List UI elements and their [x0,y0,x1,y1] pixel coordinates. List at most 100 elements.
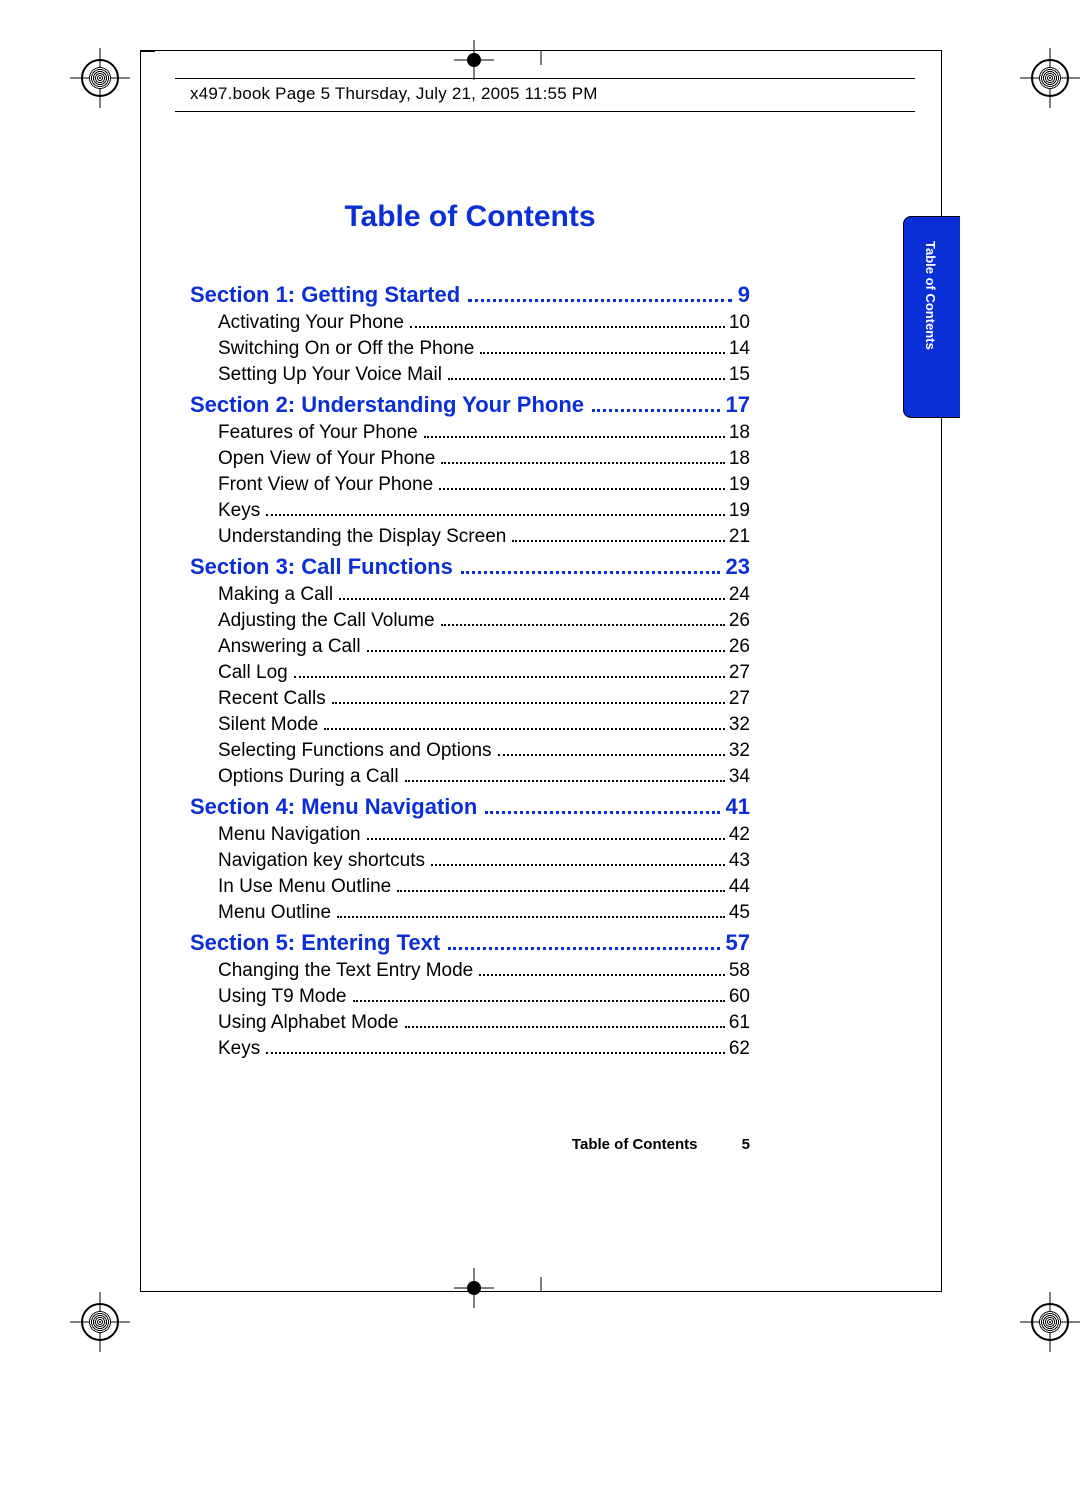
section-page: 41 [726,794,750,820]
entry-page: 19 [729,474,750,496]
entry-page: 10 [729,312,750,334]
toc-entry[interactable]: Silent Mode32 [218,714,750,736]
toc-section-heading[interactable]: Section 1: Getting Started9 [190,282,750,308]
toc-entry[interactable]: Making a Call24 [218,584,750,606]
toc-entry[interactable]: Menu Outline45 [218,902,750,924]
entry-page: 43 [729,850,750,872]
entry-page: 26 [729,610,750,632]
entry-label: Call Log [218,662,288,684]
toc-entry[interactable]: Call Log 27 [218,662,750,684]
entry-label: Keys [218,1038,260,1060]
entry-label: Features of Your Phone [218,422,418,444]
side-tab: Table of Contents [903,216,960,418]
entry-label: Adjusting the Call Volume [218,610,435,632]
leader-dots [512,540,725,542]
leader-dots [397,890,725,892]
toc-entry[interactable]: Options During a Call34 [218,766,750,788]
toc-section-heading[interactable]: Section 4: Menu Navigation 41 [190,794,750,820]
entry-label: Activating Your Phone [218,312,404,334]
entry-page: 18 [729,448,750,470]
section-label: Section 4: Menu Navigation [190,794,477,820]
leader-dots [448,947,719,950]
toc-entry[interactable]: Using T9 Mode60 [218,986,750,1008]
toc-section-heading[interactable]: Section 5: Entering Text 57 [190,930,750,956]
entry-page: 14 [729,338,750,360]
leader-dots [332,702,725,704]
leader-dots [367,838,725,840]
toc-section-heading[interactable]: Section 2: Understanding Your Phone 17 [190,392,750,418]
toc-entry[interactable]: Setting Up Your Voice Mail 15 [218,364,750,386]
toc-entry[interactable]: Keys 19 [218,500,750,522]
leader-dots [431,864,725,866]
entry-label: Answering a Call [218,636,361,658]
toc-entry[interactable]: Changing the Text Entry Mode58 [218,960,750,982]
section-label: Section 5: Entering Text [190,930,440,956]
entry-page: 60 [729,986,750,1008]
leader-dots [485,811,719,814]
toc-entry[interactable]: Recent Calls 27 [218,688,750,710]
toc-entry[interactable]: Menu Navigation 42 [218,824,750,846]
toc-entry[interactable]: Navigation key shortcuts43 [218,850,750,872]
entry-page: 18 [729,422,750,444]
leader-dots [461,571,720,574]
leader-dots [468,299,732,302]
toc-entry[interactable]: Activating Your Phone 10 [218,312,750,334]
section-page: 17 [726,392,750,418]
leader-dots [424,436,725,438]
toc-entry[interactable]: Front View of Your Phone19 [218,474,750,496]
footer-page-number: 5 [742,1136,750,1153]
toc-entry[interactable]: Keys 62 [218,1038,750,1060]
toc-entry[interactable]: In Use Menu Outline 44 [218,876,750,898]
leader-dots [448,378,725,380]
page-title: Table of Contents [190,200,750,234]
entry-page: 21 [729,526,750,548]
entry-label: Menu Navigation [218,824,361,846]
leader-dots [353,1000,725,1002]
toc-entry[interactable]: Answering a Call26 [218,636,750,658]
leader-dots [405,780,725,782]
entry-page: 27 [729,662,750,684]
leader-dots [410,326,725,328]
entry-page: 62 [729,1038,750,1060]
toc-entry[interactable]: Open View of Your Phone 18 [218,448,750,470]
leader-dots [339,598,725,600]
toc-entry[interactable]: Using Alphabet Mode61 [218,1012,750,1034]
leader-dots [480,352,725,354]
toc-section-heading[interactable]: Section 3: Call Functions23 [190,554,750,580]
leader-dots [405,1026,725,1028]
entry-label: Setting Up Your Voice Mail [218,364,442,386]
leader-dots [441,462,725,464]
entry-label: Silent Mode [218,714,318,736]
section-page: 57 [726,930,750,956]
entry-page: 19 [729,500,750,522]
entry-page: 15 [729,364,750,386]
entry-label: Open View of Your Phone [218,448,435,470]
leader-dots [439,488,725,490]
entry-label: Keys [218,500,260,522]
section-label: Section 3: Call Functions [190,554,453,580]
leader-dots [266,514,725,516]
toc-entry[interactable]: Switching On or Off the Phone14 [218,338,750,360]
entry-page: 27 [729,688,750,710]
entry-page: 32 [729,740,750,762]
leader-dots [498,754,725,756]
leader-dots [266,1052,725,1054]
entry-label: Recent Calls [218,688,326,710]
section-page: 9 [738,282,750,308]
footer-label: Table of Contents [572,1136,698,1153]
leader-dots [441,624,725,626]
entry-label: In Use Menu Outline [218,876,391,898]
toc-entry[interactable]: Adjusting the Call Volume 26 [218,610,750,632]
entry-label: Understanding the Display Screen [218,526,506,548]
toc-entry[interactable]: Features of Your Phone 18 [218,422,750,444]
leader-dots [337,916,725,918]
toc-entry[interactable]: Selecting Functions and Options32 [218,740,750,762]
header-text: x497.book Page 5 Thursday, July 21, 2005… [190,84,598,104]
section-label: Section 2: Understanding Your Phone [190,392,584,418]
entry-page: 24 [729,584,750,606]
entry-page: 44 [729,876,750,898]
entry-page: 42 [729,824,750,846]
toc-entry[interactable]: Understanding the Display Screen 21 [218,526,750,548]
leader-dots [294,676,725,678]
entry-label: Options During a Call [218,766,399,788]
